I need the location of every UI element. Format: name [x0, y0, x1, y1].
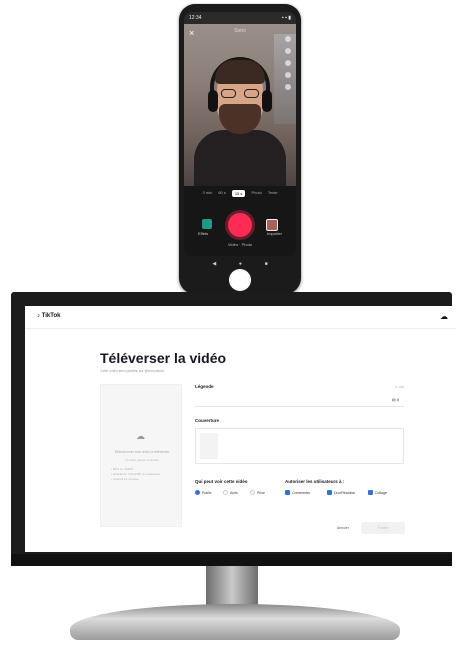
requirement-duration: • Jusqu'à 10 minutes: [111, 477, 139, 481]
upload-label: Importer: [267, 231, 282, 236]
cloud-upload-icon: ☁: [136, 431, 145, 441]
page-title: Téléverser la vidéo: [100, 350, 227, 366]
mode-text[interactable]: Texte: [268, 190, 278, 197]
checkbox-duet-label: Duo/Réaction: [334, 490, 356, 495]
timer-icon[interactable]: [285, 84, 291, 90]
nav-home-icon[interactable]: ●: [239, 261, 242, 267]
allow-comment[interactable]: Commenter: [285, 490, 310, 495]
mode-photo[interactable]: Photo: [251, 190, 261, 197]
mode-15s[interactable]: 15 s: [231, 190, 246, 197]
home-button[interactable]: [229, 269, 251, 291]
visibility-label: Qui peut voir cette vidéo: [195, 479, 248, 484]
capture-tabs[interactable]: Vidéo · Photo: [184, 242, 296, 247]
visibility-friends[interactable]: Amis: [223, 490, 238, 495]
visibility-private[interactable]: Privé: [250, 490, 265, 495]
effects-label: Effets: [198, 231, 209, 236]
radio-friends-label: Amis: [230, 490, 238, 495]
headphone-earcup-left: [208, 90, 218, 112]
monitor-stand-base: [70, 604, 400, 640]
top-bar: ♪ TikTok ☁: [25, 306, 456, 329]
post-button[interactable]: Publier: [361, 522, 405, 534]
upload-button[interactable]: [266, 219, 278, 231]
nav-back-icon[interactable]: ◀: [212, 261, 216, 267]
checkbox-stitch-label: Collage: [375, 490, 387, 495]
duration-modes: 3 min 60 s 15 s Photo Texte: [184, 190, 296, 197]
effects-button[interactable]: [202, 219, 212, 229]
caption-counter: 0 / 150: [394, 385, 404, 389]
visibility-public[interactable]: Public: [195, 490, 212, 495]
phone: 12:34 ▪ ▪ ▮ × Sons 3 min 60 s 15 s Photo: [179, 4, 301, 294]
person-torso: [194, 130, 286, 190]
filters-icon[interactable]: [285, 60, 291, 66]
allow-duet[interactable]: Duo/Réaction: [327, 490, 355, 495]
sounds-button[interactable]: Sons: [184, 28, 296, 34]
checkbox-comment[interactable]: [285, 490, 290, 495]
phone-screen: 12:34 ▪ ▪ ▮ × Sons 3 min 60 s 15 s Photo: [184, 12, 296, 256]
radio-private-label: Privé: [257, 490, 265, 495]
dropzone-title: Sélectionner une vidéo à téléverser: [114, 450, 170, 454]
cover-label: Couverture: [195, 418, 220, 423]
camera-side-tools: [283, 36, 293, 90]
beauty-icon[interactable]: [285, 72, 291, 78]
record-button[interactable]: [228, 213, 252, 237]
mode-60s[interactable]: 60 s: [218, 190, 226, 197]
mention-hashtag-icons[interactable]: @ #: [392, 397, 399, 402]
logo-text: TikTok: [41, 313, 61, 319]
radio-public-label: Public: [202, 490, 212, 495]
monitor-stand-neck: [206, 566, 258, 606]
speed-icon[interactable]: [285, 48, 291, 54]
page-subtitle: Cette vidéo sera publiée sur @lemonlook: [100, 369, 165, 373]
caption-label: Légende: [195, 384, 214, 389]
video-dropzone[interactable]: ☁ Sélectionner une vidéo à téléverser Ou…: [100, 384, 182, 527]
headphone-earcup-right: [262, 90, 272, 112]
radio-private[interactable]: [250, 490, 255, 495]
desktop-screen: ♪ TikTok ☁ Téléverser la vidéo Cette vid…: [25, 306, 456, 552]
status-icons: ▪ ▪ ▮: [281, 15, 291, 21]
person-glasses: [221, 89, 259, 99]
status-time: 12:34: [189, 15, 202, 21]
allow-stitch[interactable]: Collage: [368, 490, 387, 495]
radio-public[interactable]: [195, 490, 200, 495]
checkbox-stitch[interactable]: [368, 490, 373, 495]
cover-selector[interactable]: [195, 428, 404, 464]
monitor-bezel: [11, 554, 452, 566]
dropzone-requirements: • MP4 ou WebM • Résolution 720x1280 ou s…: [111, 467, 160, 482]
person-hair: [215, 60, 265, 84]
radio-friends[interactable]: [223, 490, 228, 495]
cloud-upload-icon[interactable]: ☁: [440, 312, 448, 321]
caption-input[interactable]: @ #: [195, 394, 404, 407]
status-bar: 12:34 ▪ ▪ ▮: [184, 12, 296, 24]
cover-thumbnail[interactable]: [200, 433, 218, 459]
allow-label: Autoriser les utilisateurs à :: [285, 479, 345, 484]
nav-recent-icon[interactable]: ■: [265, 261, 268, 267]
discard-button[interactable]: Annuler: [331, 524, 355, 533]
tiktok-logo[interactable]: ♪ TikTok: [37, 313, 60, 319]
android-nav-bar: ◀ ● ■: [179, 261, 301, 267]
flip-camera-icon[interactable]: [285, 36, 291, 42]
dropzone-subtitle: Ou faire glisser un fichier: [125, 458, 159, 462]
checkbox-duet[interactable]: [327, 490, 332, 495]
checkbox-comment-label: Commenter: [292, 490, 311, 495]
mode-3min[interactable]: 3 min: [203, 190, 213, 197]
